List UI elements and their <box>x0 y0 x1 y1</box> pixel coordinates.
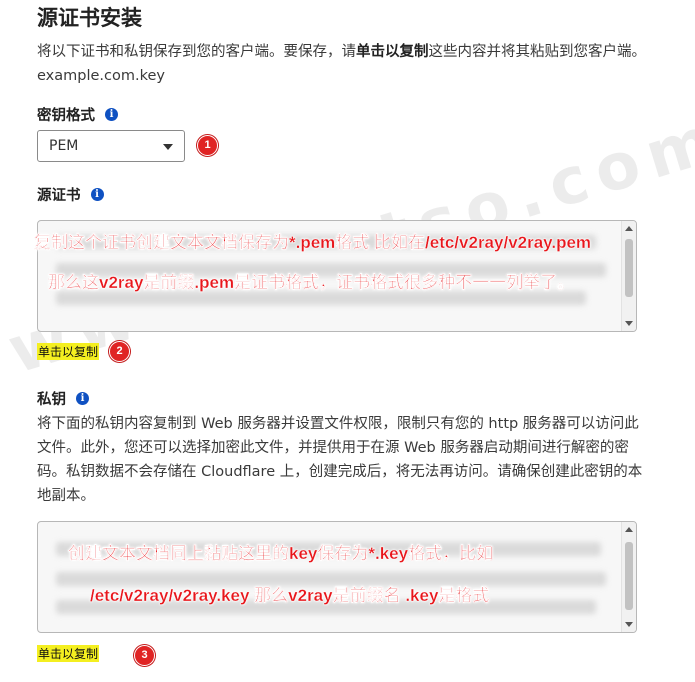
annotation-text: 复制这个证书创建文本文档保存为*.pem格式 比如在/etc/v2ray/v2r… <box>34 233 592 252</box>
chevron-down-icon <box>163 144 173 150</box>
scrollbar[interactable] <box>621 522 636 632</box>
key-format-label: 密钥格式 i <box>37 104 118 125</box>
scroll-up-icon[interactable] <box>625 527 633 532</box>
annotation-text: 创建文本文档同上黏贴这里的key保存为*.key格式，比如 <box>68 544 494 563</box>
info-icon[interactable]: i <box>76 392 89 405</box>
blurred-text <box>56 291 586 305</box>
annotation-marker-2: 2 <box>109 341 130 362</box>
scrollbar-thumb[interactable] <box>625 239 633 297</box>
annotation-marker-1: 1 <box>197 135 218 156</box>
private-key-textarea[interactable] <box>37 521 637 633</box>
origin-cert-label-text: 源证书 <box>37 188 81 204</box>
copy-key-button[interactable]: 单击以复制 <box>37 645 100 662</box>
scrollbar-thumb[interactable] <box>625 542 633 610</box>
annotation-marker-3: 3 <box>134 645 155 666</box>
annotation-text: /etc/v2ray/v2ray.key 那么v2ray是前缀名 .key是格式 <box>90 586 490 605</box>
intro-prefix: 将以下证书和私钥保存到您的客户端。要保存，请 <box>37 44 356 60</box>
annotation-text: 那么这v2ray是前缀.pem是证书格式，证书格式很多种不一一列举了。 <box>48 273 575 292</box>
key-format-label-text: 密钥格式 <box>37 108 95 124</box>
private-key-label: 私钥 i <box>37 388 89 409</box>
scroll-down-icon[interactable] <box>625 321 633 326</box>
copy-cert-button[interactable]: 单击以复制 <box>37 343 100 360</box>
scrollbar[interactable] <box>621 221 636 331</box>
info-icon[interactable]: i <box>90 188 104 201</box>
scroll-up-icon[interactable] <box>625 226 633 231</box>
key-format-selected-value: PEM <box>49 138 79 154</box>
info-icon[interactable]: i <box>105 108 118 121</box>
private-key-label-text: 私钥 <box>37 392 66 408</box>
intro-line2: example.com.key <box>37 68 165 84</box>
page-title: 源证书安装 <box>37 6 142 30</box>
intro-suffix: 这些内容并将其粘贴到您客户端。 <box>428 44 647 60</box>
private-key-description: 将下面的私钥内容复制到 Web 服务器并设置文件权限，限制只有您的 http 服… <box>37 416 643 504</box>
intro-text: 将以下证书和私钥保存到您的客户端。要保存，请单击以复制这些内容并将其粘贴到您客户… <box>37 40 695 88</box>
key-format-select[interactable]: PEM <box>37 130 185 162</box>
scroll-down-icon[interactable] <box>625 622 633 627</box>
origin-cert-label: 源证书 i <box>37 184 104 205</box>
intro-bold: 单击以复制 <box>356 44 429 60</box>
